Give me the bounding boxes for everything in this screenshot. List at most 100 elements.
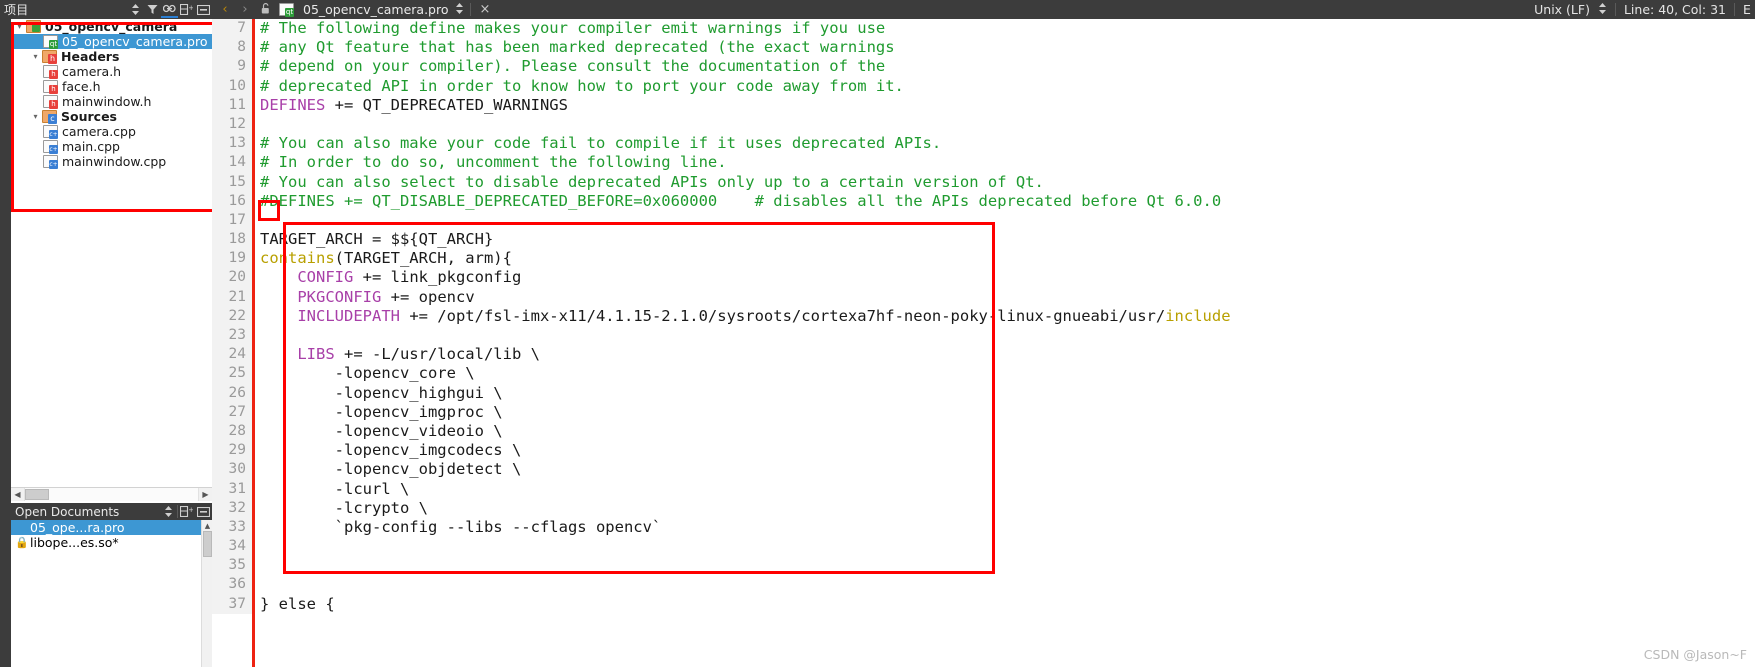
code-line[interactable]: 13 # You can also make your code fail to … — [212, 134, 1755, 154]
editor-toolbar: ‹ › 05_opencv_camera.pro × — [212, 0, 1534, 19]
code-line[interactable]: 9 # depend on your compiler). Please cons… — [212, 57, 1755, 77]
filter-icon[interactable] — [144, 1, 161, 18]
tree-item-mainwindow-cpp[interactable]: mainwindow.cpp — [11, 154, 212, 169]
active-document-chip[interactable]: 05_opencv_camera.pro — [279, 2, 449, 17]
sources-folder-icon — [42, 110, 57, 124]
qt-pro-file-icon — [43, 35, 58, 49]
tree-item-05-opencv-camera-pro[interactable]: 05_opencv_camera.pro — [11, 34, 212, 49]
code-token: # deprecated API in order to know how to… — [260, 76, 904, 95]
line-number: 32 — [212, 498, 252, 518]
line-number: 31 — [212, 479, 252, 499]
code-line[interactable]: 10 # deprecated API in order to know how … — [212, 76, 1755, 96]
line-number: 8 — [212, 38, 252, 58]
code-token: # You can also select to disable depreca… — [260, 172, 1044, 191]
scroll-right-icon[interactable]: ▶ — [199, 488, 212, 501]
code-line[interactable]: 37 } else { — [212, 594, 1755, 614]
unlocked-icon[interactable] — [258, 2, 273, 17]
cursor-position-label: Line: 40, Col: 31 — [1623, 2, 1726, 17]
open-documents-vscrollbar[interactable]: ▲ — [201, 520, 212, 667]
code-token: # any Qt feature that has been marked de… — [260, 38, 895, 57]
line-number: 16 — [212, 191, 252, 211]
link-icon[interactable] — [161, 1, 178, 18]
tree-twisty-icon[interactable]: ▾ — [29, 112, 42, 121]
line-ending-label[interactable]: Unix (LF) — [1534, 2, 1590, 17]
tree-item-headers[interactable]: ▾ Headers — [11, 49, 212, 64]
code-line[interactable]: 11 DEFINES += QT_DEPRECATED_WARNINGS — [212, 95, 1755, 115]
close-document-icon[interactable]: × — [477, 2, 494, 17]
code-line[interactable]: 8 # any Qt feature that has been marked d… — [212, 38, 1755, 58]
code-line[interactable]: 16 #DEFINES += QT_DISABLE_DEPRECATED_BEFO… — [212, 191, 1755, 211]
annotation-box-line-17 — [258, 200, 280, 221]
tree-item-label: Headers — [61, 49, 120, 64]
project-tree[interactable]: ▾ 05_opencv_camera05_opencv_camera.pro ▾ He… — [11, 19, 212, 496]
code-line[interactable]: 14 # In order to do so, uncomment the fol… — [212, 153, 1755, 173]
hscroll-thumb[interactable] — [25, 489, 49, 500]
tree-item-camera-h[interactable]: camera.h — [11, 64, 212, 79]
line-number: 37 — [212, 594, 252, 614]
line-number: 36 — [212, 575, 252, 595]
tree-twisty-icon[interactable]: ▾ — [29, 52, 42, 61]
code-line-text: # The following define makes your compil… — [252, 19, 885, 38]
line-number: 20 — [212, 268, 252, 288]
document-selector-icon[interactable] — [455, 2, 464, 17]
split-add-icon[interactable]: + — [178, 1, 195, 18]
open-documents-sort-icon[interactable] — [160, 503, 177, 520]
tree-item-sources[interactable]: ▾ Sources — [11, 109, 212, 124]
nav-forward-icon[interactable]: › — [238, 2, 252, 17]
open-document-label: 05_ope...ra.pro — [30, 520, 125, 535]
annotation-box-arm-block — [283, 222, 995, 574]
open-documents-list[interactable]: 05_ope...ra.pro 🔒 libope...es.so* ▲ — [11, 520, 212, 667]
svg-text:+: + — [188, 506, 193, 514]
code-token: # You can also make your code fail to co… — [260, 134, 942, 153]
collapse-icon[interactable] — [195, 1, 212, 18]
code-line-text: DEFINES += QT_DEPRECATED_WARNINGS — [252, 96, 568, 115]
lock-icon: 🔒 — [15, 536, 29, 549]
tree-item-label: mainwindow.cpp — [62, 154, 167, 169]
code-line-text: # You can also make your code fail to co… — [252, 134, 941, 153]
code-token: } else { — [260, 594, 335, 613]
collapse-icon[interactable] — [195, 503, 212, 520]
project-tree-hscrollbar[interactable]: ◀ ▶ — [11, 487, 212, 501]
line-number: 27 — [212, 402, 252, 422]
qt-pro-file-icon — [279, 3, 294, 17]
code-line[interactable]: 12 — [212, 114, 1755, 135]
watermark-label: CSDN @Jason~F — [1643, 647, 1747, 662]
code-line[interactable]: 7 # The following define makes your compi… — [212, 19, 1755, 39]
tree-item-05-opencv-camera[interactable]: ▾ 05_opencv_camera — [11, 19, 212, 34]
cpp-file-icon — [43, 140, 58, 154]
line-number: 15 — [212, 172, 252, 192]
line-number: 7 — [212, 19, 252, 39]
line-number: 10 — [212, 76, 252, 96]
code-line[interactable]: 36 — [212, 575, 1755, 595]
tree-twisty-icon[interactable]: ▾ — [13, 22, 26, 31]
tree-item-mainwindow-h[interactable]: mainwindow.h — [11, 94, 212, 109]
nav-back-icon[interactable]: ‹ — [218, 2, 232, 17]
split-add-icon[interactable]: + — [178, 503, 195, 520]
line-number: 23 — [212, 326, 252, 346]
line-number: 21 — [212, 287, 252, 307]
left-sidebar-strip — [0, 19, 11, 667]
code-line[interactable]: 15 # You can also select to disable depre… — [212, 172, 1755, 192]
open-document-item[interactable]: 🔒 libope...es.so* — [11, 535, 212, 550]
truncated-status-label: E — [1743, 2, 1751, 17]
code-token: += QT_DEPRECATED_WARNINGS — [325, 95, 568, 114]
cpp-file-icon — [43, 125, 58, 139]
scroll-left-icon[interactable]: ◀ — [11, 488, 24, 501]
project-folder-icon — [26, 20, 41, 33]
tree-item-face-h[interactable]: face.h — [11, 79, 212, 94]
code-token: include — [1165, 306, 1231, 325]
line-number: 26 — [212, 383, 252, 403]
sort-updown-icon[interactable] — [127, 1, 144, 18]
tree-item-label: main.cpp — [62, 139, 120, 154]
hscroll-track[interactable] — [24, 488, 199, 501]
tree-item-label: face.h — [62, 79, 101, 94]
tree-item-camera-cpp[interactable]: camera.cpp — [11, 124, 212, 139]
project-panel-title: 项目 — [4, 3, 29, 17]
tree-item-label: camera.h — [62, 64, 122, 79]
line-ending-selector-icon[interactable] — [1598, 2, 1607, 17]
open-documents-header: Open Documents + — [11, 503, 212, 520]
tree-item-main-cpp[interactable]: main.cpp — [11, 139, 212, 154]
open-document-item[interactable]: 05_ope...ra.pro — [11, 520, 212, 535]
line-number: 34 — [212, 537, 252, 557]
vscroll-thumb[interactable] — [203, 531, 212, 557]
